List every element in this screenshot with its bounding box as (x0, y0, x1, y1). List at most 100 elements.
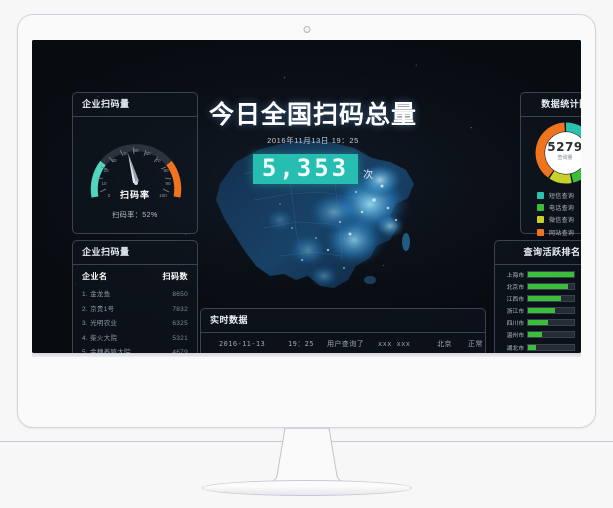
gauge-sub-label: 扫码率：52% (112, 212, 158, 219)
log-date: 2016-11-13 (219, 353, 281, 354)
gauge-chart: 0 10 20 30 40 50 60 70 80 90 100 扫码率 扫码率… (73, 117, 197, 235)
table-row: 5. 金穗养殖大院 4679 (82, 346, 188, 353)
rank-bar-track (527, 343, 575, 351)
legend-label: 微信查询 (549, 218, 575, 225)
log-time: 19：25 (288, 339, 314, 348)
rank-row: 上海市 7,145次 (500, 270, 581, 279)
rank-value: 5,145次 (578, 295, 581, 303)
rank-bar-track (527, 283, 575, 291)
panel-rank-title: 查询活跃排名 (495, 241, 581, 265)
gauge-center-label: 扫码率 (119, 190, 150, 200)
rank-city: 江西市 (506, 297, 524, 304)
donut-chart: 5279 查询量 (521, 120, 581, 186)
screenshot-root: 今日全国扫码总量 2016年11月13日 19：25 5,353 次 企业扫码量 (0, 0, 613, 508)
counter-unit: 次 (363, 170, 374, 182)
rank-city: 温州市 (506, 333, 524, 340)
camera-icon (303, 26, 310, 33)
rank-row: 浙江市 4,145次 (500, 306, 581, 315)
panel-statistics: 数据统计图 5279 查询量 短信查询电话查询微信查询网站查询 (520, 92, 581, 237)
realtime-log: 2016-11-1319：25用户查询了xxx xxx北京正常2016-11-1… (201, 333, 485, 354)
active-dot-icon (209, 342, 212, 345)
panel-enterprise-title: 企业扫码量 (73, 241, 197, 265)
panel-enterprise-list: 企业扫码量 企业名 扫码数 1. 金龙鱼 8650 2. 京贵1号 7832 3. 光明… (72, 240, 198, 353)
svg-text:10: 10 (101, 181, 107, 186)
rank-bar-fill (528, 296, 562, 302)
counter-value: 5,353 (252, 154, 359, 185)
donut-legend: 短信查询 电话查询 微信查询 网站查询 (521, 186, 581, 237)
enterprise-name: 4. 柴火大院 (82, 334, 118, 342)
enterprise-name: 1. 金龙鱼 (82, 291, 111, 298)
log-city: 北京 (437, 339, 452, 348)
table-header-row: 企业名 扫码数 (82, 271, 188, 282)
rank-bar-fill (528, 332, 542, 338)
enterprise-value: 5321 (172, 334, 188, 342)
donut-value: 5279 (547, 140, 581, 154)
log-id: xxx xxx (378, 339, 411, 348)
table-row: 4. 柴火大院 5321 (82, 332, 188, 342)
header-timestamp: 2016年11月13日 19：25 (267, 136, 359, 145)
rank-city: 湖北市 (506, 345, 524, 352)
legend-item: 网站查询 (537, 228, 581, 237)
log-action: 用户查询了 (327, 352, 371, 354)
rank-row: 江西市 5,145次 (500, 294, 581, 303)
legend-swatch (537, 216, 544, 224)
monitor-stand-neck (266, 428, 347, 484)
svg-text:20: 20 (103, 168, 109, 173)
donut-segment (549, 170, 572, 184)
realtime-row: 2016-11-13 19：25 用户查询了 xxx xxx 上海 正常 (201, 350, 485, 354)
legend-item: 短信查询 (537, 191, 581, 200)
legend-label: 网站查询 (549, 230, 575, 237)
page-title: 今日全国扫码总量 (208, 100, 417, 129)
rank-city: 四川市 (506, 321, 524, 328)
log-status: 正常 (468, 352, 483, 354)
svg-text:40: 40 (122, 151, 128, 156)
total-counter: 5,353 次 (184, 154, 442, 185)
rank-bar-fill (528, 272, 574, 277)
column-header-value: 扫码数 (162, 272, 188, 281)
donut-caption: 查询量 (557, 155, 573, 161)
svg-text:60: 60 (145, 151, 151, 156)
enterprise-name: 2. 京贵1号 (82, 305, 115, 313)
dashboard: 今日全国扫码总量 2016年11月13日 19：25 5,353 次 企业扫码量 (32, 40, 581, 353)
log-date: 2016-11-13 (219, 339, 266, 348)
monitor-stand-base (201, 480, 412, 496)
log-action: 用户查询了 (327, 339, 364, 348)
realtime-row: 2016-11-13 19：25 用户查询了 xxx xxx 北京 正常 (201, 337, 485, 350)
rank-value: 3,145次 (578, 319, 581, 327)
rank-row: 温州市 2,145次 (500, 330, 581, 339)
rank-value: 4,145次 (578, 307, 581, 315)
log-status: 正常 (468, 339, 483, 348)
rank-bar-track (527, 295, 575, 303)
rank-row: 湖北市 1,145次 (500, 343, 581, 352)
rank-city: 上海市 (506, 273, 524, 279)
legend-swatch (537, 192, 544, 199)
panel-realtime-title: 实时数据 (201, 309, 485, 333)
rank-bar-track (527, 307, 575, 315)
rank-city: 浙江市 (506, 309, 524, 316)
rank-bar-track (527, 319, 575, 327)
legend-label: 短信查询 (549, 194, 575, 200)
rank-value: 1,145次 (578, 343, 581, 351)
monitor-bezel: 今日全国扫码总量 2016年11月13日 19：25 5,353 次 企业扫码量 (17, 14, 596, 428)
legend-swatch (537, 204, 544, 212)
svg-text:30: 30 (111, 158, 117, 163)
table-row: 1. 金龙鱼 8650 (82, 288, 188, 298)
rank-bar-fill (528, 284, 568, 290)
column-header-name: 企业名 (82, 272, 108, 281)
enterprise-value: 6325 (172, 320, 188, 328)
svg-text:50: 50 (133, 148, 139, 153)
bezel-chin (32, 353, 581, 357)
rank-bar-fill (528, 320, 549, 326)
enterprise-name: 3. 光明农业 (82, 320, 118, 328)
table-row: 3. 光明农业 6325 (82, 317, 188, 327)
rank-value: 2,145次 (578, 331, 581, 339)
dashboard-header: 今日全国扫码总量 2016年11月13日 19：25 5,353 次 (184, 95, 442, 185)
donut-center: 5279 查询量 (521, 140, 581, 161)
panel-statistics-title: 数据统计图 (521, 93, 581, 117)
rank-list: 上海市 7,145次北京市 6,145次江西市 5,145次浙江市 4,145次四川市 3… (495, 265, 581, 353)
rank-bar-fill (528, 344, 536, 350)
rank-value: 6,145次 (578, 283, 581, 291)
panel-realtime: 实时数据 2016-11-1319：25用户查询了xxx xxx北京正常2016… (200, 308, 486, 353)
enterprise-name: 5. 金穗养殖大院 (82, 349, 131, 353)
enterprise-table: 企业名 扫码数 1. 金龙鱼 8650 2. 京贵1号 7832 3. 光明农业 6325… (73, 265, 197, 353)
